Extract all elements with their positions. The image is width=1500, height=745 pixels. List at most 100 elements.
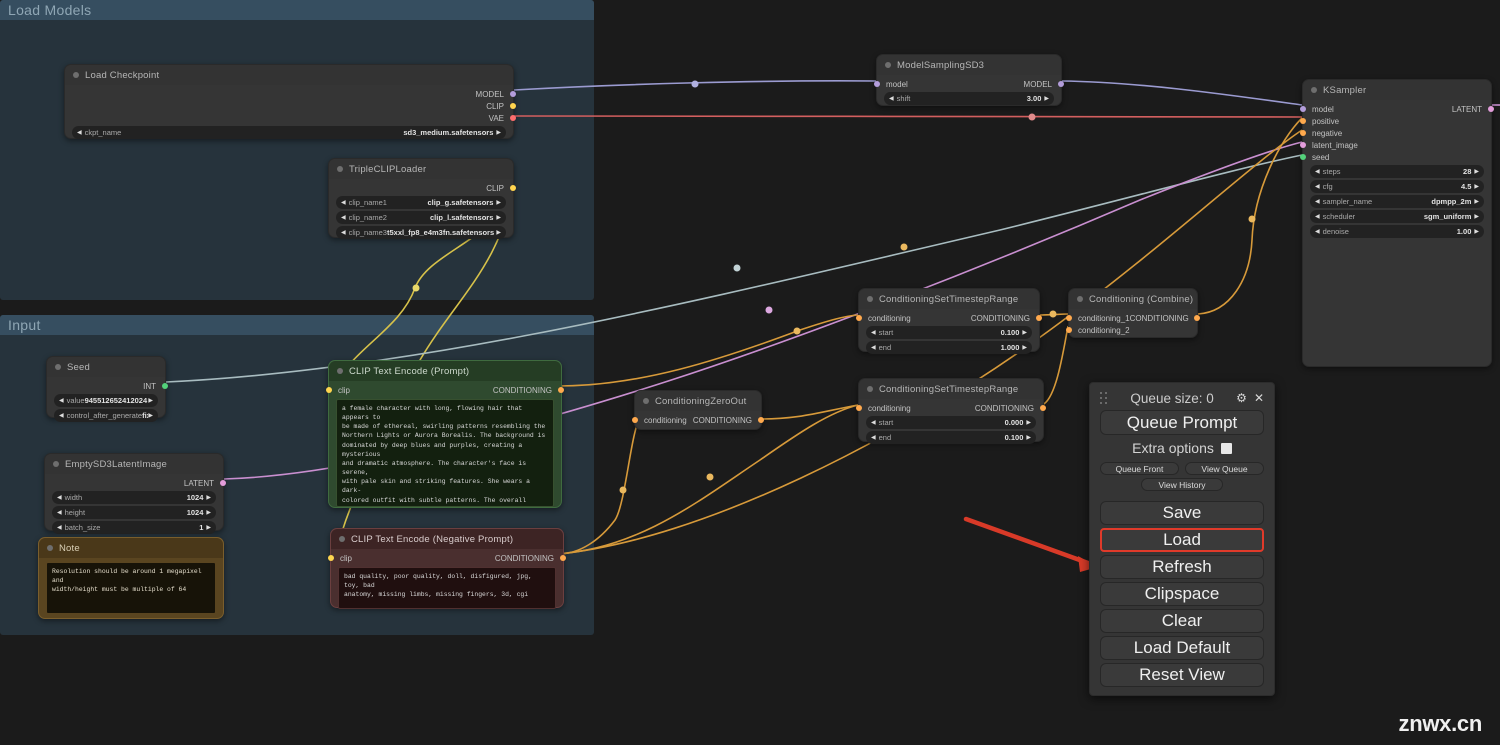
- negative-prompt-textarea[interactable]: bad quality, poor quality, doll, disfigu…: [338, 567, 556, 609]
- node-ksampler[interactable]: KSampler model LATENT positive negative …: [1300, 79, 1494, 367]
- node-clip-text-encode-negative-prompt[interactable]: CLIP Text Encode (Negative Prompt) clip …: [328, 528, 566, 609]
- output-slot-vae[interactable]: VAE: [65, 112, 516, 124]
- slot-dot-conditioning-2-in[interactable]: [1066, 327, 1072, 333]
- slot-dot-conditioning-1-in[interactable]: [1066, 315, 1072, 321]
- queue-prompt-button[interactable]: Queue Prompt: [1100, 410, 1264, 435]
- slot-row-model[interactable]: model MODEL: [874, 78, 1064, 90]
- chevron-right-icon[interactable]: ▶: [148, 413, 153, 419]
- chevron-right-icon[interactable]: ▶: [1474, 229, 1479, 235]
- node-conditioning-zero-out[interactable]: ConditioningZeroOut conditioning CONDITI…: [632, 390, 764, 430]
- slot-dot-latent-image-in[interactable]: [1300, 142, 1306, 148]
- node-title-note[interactable]: Note: [39, 538, 223, 558]
- node-title-conditioning-zero-out[interactable]: ConditioningZeroOut: [635, 391, 761, 411]
- widget-end[interactable]: ◀ end 1.000 ▶: [866, 341, 1032, 354]
- collapse-icon[interactable]: [55, 364, 61, 370]
- widget-start[interactable]: ◀ start 0.000 ▶: [866, 416, 1036, 429]
- slot-dot-conditioning-out[interactable]: [1036, 315, 1042, 321]
- node-title-model-sampling-sd3[interactable]: ModelSamplingSD3: [877, 55, 1061, 75]
- slot-row-prompt[interactable]: clip CONDITIONING: [326, 384, 564, 396]
- chevron-right-icon[interactable]: ▶: [1044, 96, 1049, 102]
- extra-options-row[interactable]: Extra options: [1100, 437, 1264, 459]
- slot-dot-clip-in[interactable]: [326, 387, 332, 393]
- widget-clip-name2[interactable]: ◀ clip_name2 clip_l.safetensors ▶: [336, 211, 506, 224]
- slot-row-latent-image[interactable]: latent_image: [1300, 139, 1491, 151]
- node-triple-clip-loader[interactable]: TripleCLIPLoader CLIP ◀ clip_name1 clip_…: [328, 158, 516, 239]
- widget-control-after-generate[interactable]: ◀ control_after_generate fixed ▶: [54, 409, 158, 422]
- clipspace-button[interactable]: Clipspace: [1100, 582, 1264, 606]
- chevron-right-icon[interactable]: ▶: [1022, 330, 1027, 336]
- prompt-textarea[interactable]: a female character with long, flowing ha…: [336, 399, 554, 507]
- chevron-right-icon[interactable]: ▶: [1474, 214, 1479, 220]
- slot-dot-conditioning-out[interactable]: [1194, 315, 1200, 321]
- node-title-conditioning-set-timestep-range-1[interactable]: ConditioningSetTimestepRange: [859, 289, 1039, 309]
- collapse-icon[interactable]: [867, 386, 873, 392]
- widget-scheduler[interactable]: ◀ scheduler sgm_uniform ▶: [1310, 210, 1484, 223]
- slot-dot-conditioning-out[interactable]: [558, 387, 564, 393]
- chevron-right-icon[interactable]: ▶: [1026, 420, 1031, 426]
- node-title-empty-sd3-latent-image[interactable]: EmptySD3LatentImage: [45, 454, 223, 474]
- widget-ckpt-name[interactable]: ◀ ckpt_name sd3_medium.safetensors ▶: [72, 126, 506, 139]
- slot-dot-negative-in[interactable]: [1300, 130, 1306, 136]
- slot-row-conditioning[interactable]: conditioning CONDITIONING: [856, 402, 1046, 414]
- node-conditioning-set-timestep-range-2[interactable]: ConditioningSetTimestepRange conditionin…: [856, 378, 1046, 444]
- slot-dot-conditioning-in[interactable]: [632, 417, 638, 423]
- menu-header[interactable]: Queue size: 0 ⚙ ✕: [1100, 387, 1264, 409]
- node-title-load-checkpoint[interactable]: Load Checkpoint: [65, 65, 513, 85]
- widget-clip-name3[interactable]: ◀ clip_name3 t5xxl_fp8_e4m3fn.safetensor…: [336, 226, 506, 239]
- widget-height[interactable]: ◀ height 1024 ▶: [52, 506, 216, 519]
- widget-clip-name1[interactable]: ◀ clip_name1 clip_g.safetensors ▶: [336, 196, 506, 209]
- node-conditioning-set-timestep-range-1[interactable]: ConditioningSetTimestepRange conditionin…: [856, 288, 1042, 354]
- slot-row-seed[interactable]: seed: [1300, 151, 1491, 163]
- slot-dot-clip-in[interactable]: [328, 555, 334, 561]
- refresh-button[interactable]: Refresh: [1100, 555, 1264, 579]
- slot-row-model[interactable]: model LATENT: [1300, 103, 1494, 115]
- slot-row-conditioning-2[interactable]: conditioning_2: [1066, 324, 1197, 336]
- chevron-right-icon[interactable]: ▶: [206, 510, 211, 516]
- collapse-icon[interactable]: [885, 62, 891, 68]
- output-slot-latent[interactable]: LATENT: [45, 477, 226, 489]
- chevron-right-icon[interactable]: ▶: [496, 230, 501, 236]
- node-title-ksampler[interactable]: KSampler: [1303, 80, 1491, 100]
- note-text[interactable]: Resolution should be around 1 megapixel …: [46, 562, 216, 614]
- slot-dot-conditioning-in[interactable]: [856, 405, 862, 411]
- drag-handle-icon[interactable]: [1100, 392, 1108, 404]
- slot-row-negative[interactable]: negative: [1300, 127, 1491, 139]
- slot-row-conditioning[interactable]: conditioning CONDITIONING: [632, 414, 764, 426]
- slot-dot-int[interactable]: [162, 383, 168, 389]
- node-title-clip-text-encode-prompt[interactable]: CLIP Text Encode (Prompt): [329, 361, 561, 381]
- load-button[interactable]: Load: [1100, 528, 1264, 552]
- node-load-checkpoint[interactable]: Load Checkpoint MODEL CLIP VAE ◀ ckpt_na…: [64, 64, 516, 139]
- collapse-icon[interactable]: [337, 368, 343, 374]
- node-title-conditioning-set-timestep-range-2[interactable]: ConditioningSetTimestepRange: [859, 379, 1043, 399]
- widget-steps[interactable]: ◀ steps 28 ▶: [1310, 165, 1484, 178]
- output-slot-clip[interactable]: CLIP: [329, 182, 516, 194]
- node-note[interactable]: Note Resolution should be around 1 megap…: [38, 537, 224, 619]
- node-conditioning-combine[interactable]: Conditioning (Combine) conditioning_1 CO…: [1066, 288, 1200, 338]
- chevron-right-icon[interactable]: ▶: [148, 398, 153, 404]
- node-model-sampling-sd3[interactable]: ModelSamplingSD3 model MODEL ◀ shift 3.0…: [874, 54, 1064, 106]
- comfyui-canvas[interactable]: Load Models Input Load Checkpoint MODEL …: [0, 0, 1500, 745]
- chevron-right-icon[interactable]: ▶: [496, 215, 501, 221]
- chevron-right-icon[interactable]: ▶: [1474, 199, 1479, 205]
- collapse-icon[interactable]: [1077, 296, 1083, 302]
- group-load-models[interactable]: Load Models: [0, 0, 594, 300]
- collapse-icon[interactable]: [53, 461, 59, 467]
- collapse-icon[interactable]: [73, 72, 79, 78]
- node-empty-sd3-latent-image[interactable]: EmptySD3LatentImage LATENT ◀ width 1024 …: [44, 453, 226, 534]
- output-slot-int[interactable]: INT: [47, 380, 168, 392]
- widget-denoise[interactable]: ◀ denoise 1.00 ▶: [1310, 225, 1484, 238]
- gear-icon[interactable]: ⚙: [1236, 391, 1247, 405]
- slot-dot-latent[interactable]: [220, 480, 226, 486]
- slot-row-conditioning[interactable]: conditioning CONDITIONING: [856, 312, 1042, 324]
- widget-start[interactable]: ◀ start 0.100 ▶: [866, 326, 1032, 339]
- reset-view-button[interactable]: Reset View: [1100, 663, 1264, 687]
- slot-dot-model-out[interactable]: [1058, 81, 1064, 87]
- view-queue-button[interactable]: View Queue: [1185, 462, 1264, 475]
- chevron-right-icon[interactable]: ▶: [206, 525, 211, 531]
- chevron-right-icon[interactable]: ▶: [1022, 345, 1027, 351]
- slot-dot-model-in[interactable]: [874, 81, 880, 87]
- widget-shift[interactable]: ◀ shift 3.00 ▶: [884, 92, 1054, 105]
- collapse-icon[interactable]: [643, 398, 649, 404]
- node-title-seed[interactable]: Seed: [47, 357, 165, 377]
- save-button[interactable]: Save: [1100, 501, 1264, 525]
